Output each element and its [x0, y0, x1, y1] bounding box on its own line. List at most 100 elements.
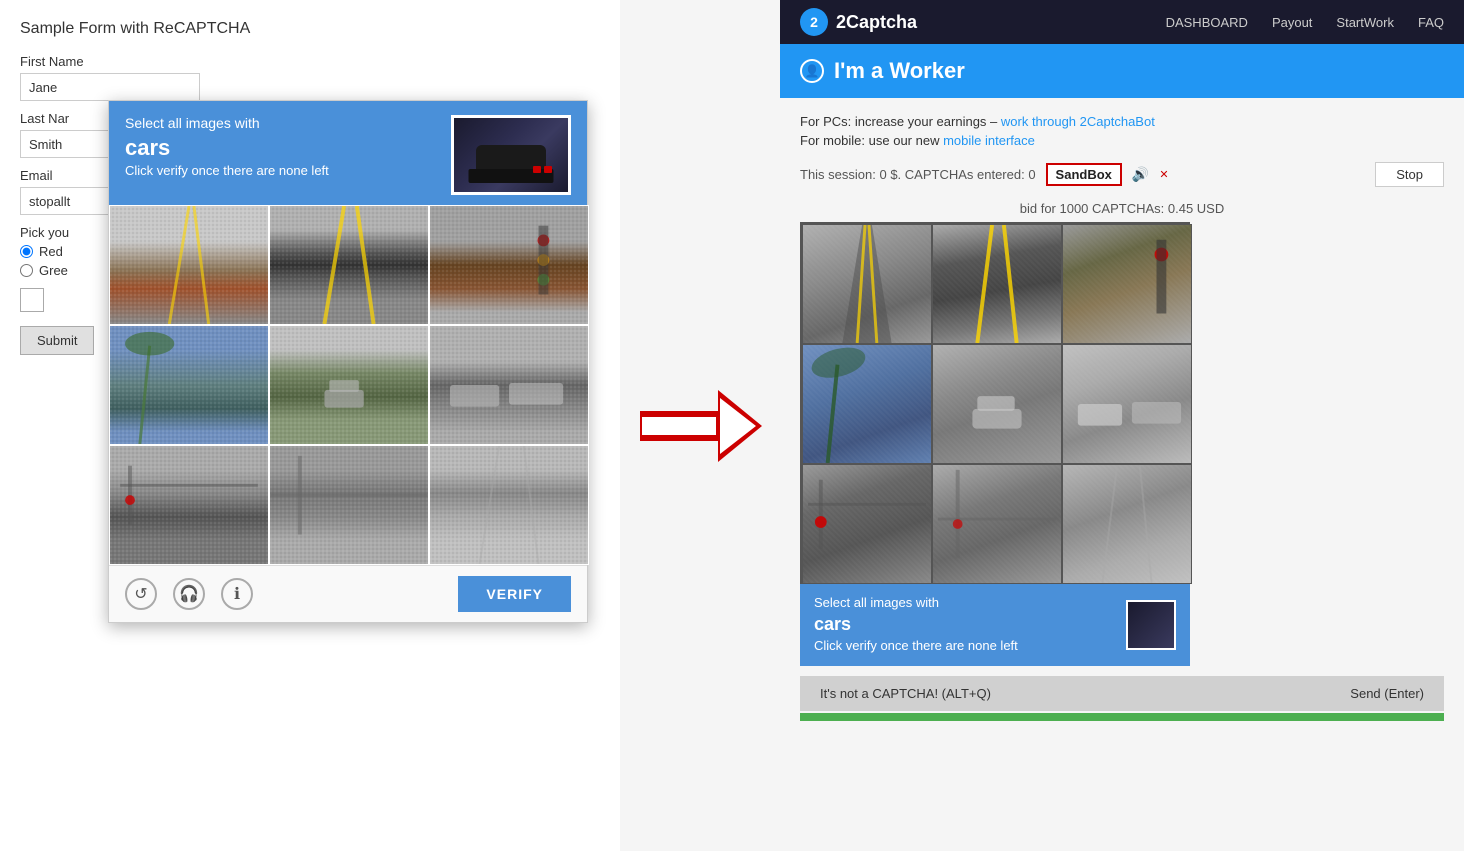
- grid-cell-6[interactable]: [429, 325, 589, 445]
- right-cell-3[interactable]: [1062, 224, 1192, 344]
- arrow-head-inner: [720, 398, 756, 454]
- grid-cell-7[interactable]: [109, 445, 269, 565]
- pc-info-line: For PCs: increase your earnings – work t…: [800, 114, 1444, 129]
- road-svg-7: [110, 446, 268, 564]
- logo-icon: 2: [800, 8, 828, 36]
- top-nav: 2 2Captcha DASHBOARD Payout StartWork FA…: [780, 0, 1464, 44]
- right-road-svg-2: [933, 225, 1061, 343]
- worker-icon: 👤: [800, 59, 824, 83]
- mobile-prefix: For mobile:: [800, 133, 869, 148]
- right-road-svg-1: [803, 225, 931, 343]
- road-svg-5: [270, 326, 428, 444]
- stop-button[interactable]: Stop: [1375, 162, 1444, 187]
- grid-cell-5[interactable]: [269, 325, 429, 445]
- worker-title: I'm a Worker: [834, 58, 965, 84]
- bid-text: bid for 1000 CAPTCHAs: 0.45 USD: [800, 201, 1444, 216]
- pc-text: increase your earnings –: [855, 114, 997, 129]
- right-cell-7[interactable]: [802, 464, 932, 584]
- right-cell-6[interactable]: [1062, 344, 1192, 464]
- recaptcha-image-grid: [109, 205, 587, 565]
- verify-button[interactable]: VERIFY: [458, 576, 571, 612]
- recaptcha-prefix: Select all images with: [125, 115, 439, 131]
- car-preview: [454, 118, 568, 192]
- arrow-section: [620, 0, 780, 851]
- grid-cell-1[interactable]: [109, 205, 269, 325]
- session-text: This session: 0 $. CAPTCHAs entered: 0: [800, 167, 1036, 182]
- grid-cell-8[interactable]: [269, 445, 429, 565]
- pc-link[interactable]: work through 2CaptchaBot: [1001, 114, 1155, 129]
- road-svg-1: [110, 206, 268, 324]
- send-button[interactable]: Send (Enter): [1122, 676, 1444, 711]
- recaptcha-header-text: Select all images with cars Click verify…: [125, 115, 439, 178]
- nav-payout[interactable]: Payout: [1272, 15, 1312, 30]
- first-name-input[interactable]: [20, 73, 200, 101]
- recaptcha-header: Select all images with cars Click verify…: [109, 101, 587, 205]
- not-captcha-button[interactable]: It's not a CAPTCHA! (ALT+Q): [800, 676, 1122, 711]
- right-cell-5[interactable]: [932, 344, 1062, 464]
- pc-prefix: For PCs:: [800, 114, 855, 129]
- mobile-text: use our new: [869, 133, 940, 148]
- form-title: Sample Form with ReCAPTCHA: [20, 20, 600, 38]
- action-bar: It's not a CAPTCHA! (ALT+Q) Send (Enter): [800, 676, 1444, 711]
- right-captcha-bottom: Select all images with cars Click verify…: [800, 584, 1190, 666]
- recaptcha-widget: Select all images with cars Click verify…: [108, 100, 588, 623]
- mobile-link[interactable]: mobile interface: [943, 133, 1035, 148]
- logo-text: 2Captcha: [836, 12, 917, 33]
- nav-dashboard[interactable]: DASHBOARD: [1166, 15, 1248, 30]
- right-road-svg-7: [803, 465, 931, 583]
- nav-faq[interactable]: FAQ: [1418, 15, 1444, 30]
- road-svg-2: [270, 206, 428, 324]
- grid-cell-9[interactable]: [429, 445, 589, 565]
- grid-cell-4[interactable]: [109, 325, 269, 445]
- audio-icon[interactable]: 🎧: [173, 578, 205, 610]
- submit-button[interactable]: Submit: [20, 326, 94, 355]
- first-name-label: First Name: [20, 54, 600, 69]
- nav-links: DASHBOARD Payout StartWork FAQ: [1166, 15, 1444, 30]
- right-content: For PCs: increase your earnings – work t…: [780, 98, 1464, 851]
- recaptcha-instruction: Click verify once there are none left: [125, 163, 439, 178]
- recaptcha-footer: ↺ 🎧 ℹ VERIFY: [109, 565, 587, 622]
- session-bar: This session: 0 $. CAPTCHAs entered: 0 S…: [800, 162, 1444, 187]
- grid-cell-3[interactable]: [429, 205, 589, 325]
- right-panel: 2 2Captcha DASHBOARD Payout StartWork FA…: [780, 0, 1464, 851]
- right-road-svg-8: [933, 465, 1061, 583]
- right-cell-2[interactable]: [932, 224, 1062, 344]
- road-svg-6: [430, 326, 588, 444]
- recaptcha-preview-image: [451, 115, 571, 195]
- right-cell-8[interactable]: [932, 464, 1062, 584]
- right-road-svg-9: [1063, 465, 1191, 583]
- right-road-svg-6: [1063, 345, 1191, 463]
- bottom-caption-sub: Click verify once there are none left: [814, 638, 1018, 653]
- bottom-caption-prefix: Select all images with: [814, 595, 939, 610]
- mute-icon: ✕: [1159, 168, 1168, 181]
- arrow-shape: [640, 396, 760, 456]
- reload-icon[interactable]: ↺: [125, 578, 157, 610]
- road-svg-4: [110, 326, 268, 444]
- checkbox-box: [20, 288, 44, 312]
- bottom-caption-bold: cars: [814, 612, 1116, 637]
- right-cell-4[interactable]: [802, 344, 932, 464]
- recaptcha-subject: cars: [125, 135, 439, 161]
- right-captcha-area: Select all images with cars Click verify…: [800, 222, 1444, 666]
- right-cell-9[interactable]: [1062, 464, 1192, 584]
- road-svg-9: [430, 446, 588, 564]
- right-cell-1[interactable]: [802, 224, 932, 344]
- footer-icons: ↺ 🎧 ℹ: [125, 578, 253, 610]
- info-icon[interactable]: ℹ: [221, 578, 253, 610]
- worker-banner: 👤 I'm a Worker: [780, 44, 1464, 98]
- arrow-inner: [642, 417, 716, 435]
- right-road-svg-4: [803, 345, 931, 463]
- grid-cell-2[interactable]: [269, 205, 429, 325]
- nav-startwork[interactable]: StartWork: [1336, 15, 1394, 30]
- sandbox-badge: SandBox: [1046, 163, 1122, 186]
- mobile-info-line: For mobile: use our new mobile interface: [800, 133, 1444, 148]
- road-svg-3: [430, 206, 588, 324]
- right-road-svg-5: [933, 345, 1061, 463]
- speaker-icon: 🔊: [1132, 166, 1149, 183]
- left-panel: Sample Form with ReCAPTCHA First Name La…: [0, 0, 620, 851]
- nav-logo: 2 2Captcha: [800, 8, 917, 36]
- bottom-thumbnail: [1126, 600, 1176, 650]
- right-road-svg-3: [1063, 225, 1191, 343]
- road-svg-8: [270, 446, 428, 564]
- progress-bar: [800, 713, 1444, 721]
